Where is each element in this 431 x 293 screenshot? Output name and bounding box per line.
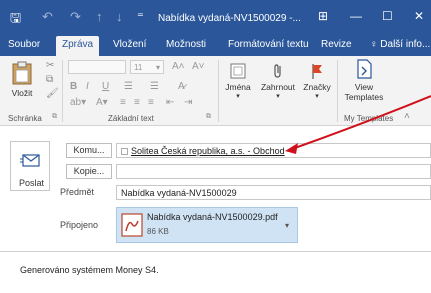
include-button[interactable]: Zahrnout ▾	[256, 62, 300, 100]
align-right-icon[interactable]: ≡	[148, 97, 154, 108]
tab-zprava[interactable]: Zpráva	[56, 36, 100, 56]
tab-dalsi-info-label: Další info...	[380, 39, 431, 50]
chevron-down-icon: ▾	[276, 93, 280, 100]
redo-icon[interactable]: ↷	[70, 9, 81, 25]
maximize-icon[interactable]: ☐	[382, 9, 393, 23]
view-templates-label-line1: View	[354, 82, 374, 92]
pdf-icon	[121, 213, 143, 237]
paste-label: Vložit	[11, 88, 33, 98]
tab-soubor[interactable]: Soubor	[8, 39, 40, 50]
collapse-ribbon-icon[interactable]: ˄	[404, 111, 410, 122]
down-icon[interactable]: ↓	[116, 9, 123, 24]
ribbon-tabs: Soubor Zpráva Vložení Možnosti Formátová…	[0, 34, 431, 56]
underline-button[interactable]: U	[102, 81, 109, 92]
font-name-box[interactable]	[68, 60, 126, 74]
to-button[interactable]: Komu...	[66, 143, 112, 158]
tags-label: Značky	[303, 82, 331, 92]
increase-indent-icon[interactable]: ⇥	[184, 97, 192, 108]
clipboard-launcher-icon[interactable]: ⧉	[52, 113, 57, 121]
numbering-icon[interactable]: ☰	[150, 81, 159, 92]
address-book-icon	[230, 63, 246, 79]
font-color-icon[interactable]: A▾	[96, 97, 108, 108]
basic-text-launcher-icon[interactable]: ⧉	[206, 113, 211, 121]
send-envelope-icon	[20, 154, 40, 167]
font-size-box[interactable]: 11 ▾	[130, 60, 164, 74]
names-button[interactable]: Jména ▾	[222, 62, 254, 100]
send-button[interactable]: Poslat	[10, 141, 50, 191]
cc-field[interactable]	[116, 164, 431, 179]
ribbon-display-icon[interactable]: ⊞	[318, 9, 328, 23]
minimize-icon[interactable]: —	[350, 9, 362, 23]
clipboard-group-label: Schránka	[8, 114, 42, 123]
my-templates-group-label: My Templates	[344, 114, 394, 123]
outlook-compose-window: 🖫 ↶ ↷ ↑ ↓ ⁼ Nabídka vydaná-NV1500029 -..…	[0, 0, 431, 293]
subject-field[interactable]: Nabídka vydaná-NV1500029	[116, 185, 431, 200]
names-label: Jména	[225, 82, 251, 92]
clipboard-icon	[12, 61, 32, 85]
view-templates-button[interactable]: View Templates	[342, 58, 386, 102]
align-left-icon[interactable]: ≡	[120, 97, 126, 108]
copy-icon[interactable]: ⧉	[46, 74, 53, 85]
message-body[interactable]: Generováno systémem Money S4.	[20, 265, 159, 275]
clear-formatting-icon[interactable]: A̷	[178, 81, 185, 92]
to-recipient[interactable]: Solitea Česká republika, a.s. - Obchod	[131, 146, 285, 156]
align-center-icon[interactable]: ≡	[134, 97, 140, 108]
tags-button[interactable]: Značky ▾	[300, 62, 334, 100]
attachment-name: Nabídka vydaná-NV1500029.pdf	[147, 212, 278, 222]
chevron-down-icon[interactable]: ▾	[285, 221, 289, 230]
cut-icon[interactable]: ✂	[46, 60, 54, 71]
tab-dalsi-info[interactable]: ♀ Další info...	[370, 39, 430, 50]
chevron-down-icon: ▾	[155, 63, 160, 72]
highlight-icon[interactable]: ab▾	[70, 97, 86, 108]
view-templates-label-line2: Templates	[344, 92, 384, 102]
save-icon[interactable]: 🖫	[10, 9, 21, 31]
italic-button[interactable]: I	[86, 81, 89, 92]
ribbon: Vložit ✂ ⧉ 🖌 Schránka ⧉ 11 ▾ A˄ A˅ B I U…	[0, 56, 431, 126]
bullets-icon[interactable]: ☰	[124, 81, 133, 92]
window-title: Nabídka vydaná-NV1500029 -...	[158, 13, 301, 24]
contact-checkbox-icon	[121, 148, 128, 155]
include-label: Zahrnout	[260, 82, 296, 92]
chevron-down-icon: ▾	[236, 93, 240, 100]
format-painter-icon[interactable]: 🖌	[46, 88, 59, 99]
undo-icon[interactable]: ↶	[42, 9, 53, 25]
flag-icon	[312, 64, 322, 79]
tab-vlozeni[interactable]: Vložení	[113, 39, 146, 50]
tab-revize[interactable]: Revize	[321, 39, 352, 50]
more-icon[interactable]: ⁼	[137, 9, 144, 25]
up-icon[interactable]: ↑	[96, 9, 103, 24]
attached-label: Připojeno	[60, 220, 99, 230]
attachment-size: 86 KB	[147, 227, 169, 236]
separator	[337, 60, 338, 122]
template-icon	[357, 59, 372, 79]
decrease-indent-icon[interactable]: ⇤	[166, 97, 174, 108]
grow-font-icon[interactable]: A˄	[172, 61, 185, 72]
subject-label: Předmět	[60, 187, 95, 197]
send-label: Poslat	[19, 178, 45, 188]
separator	[62, 60, 63, 122]
basic-text-group-label: Základní text	[108, 114, 154, 123]
attachment-item[interactable]: Nabídka vydaná-NV1500029.pdf 86 KB ▾	[116, 207, 298, 243]
tab-moznosti[interactable]: Možnosti	[166, 39, 206, 50]
cc-button[interactable]: Kopie...	[66, 164, 112, 179]
paperclip-icon	[274, 64, 281, 78]
font-size-value: 11	[134, 63, 143, 72]
bold-button[interactable]: B	[70, 81, 77, 92]
body-divider	[0, 251, 431, 252]
to-field[interactable]: Solitea Česká republika, a.s. - Obchod	[116, 143, 431, 158]
shrink-font-icon[interactable]: A˅	[192, 61, 205, 72]
lightbulb-icon: ♀	[370, 39, 378, 50]
chevron-down-icon: ▾	[315, 93, 319, 100]
close-icon[interactable]: ✕	[414, 9, 424, 23]
tab-formatovani-textu[interactable]: Formátování textu	[228, 39, 309, 50]
separator	[218, 60, 219, 122]
title-bar: 🖫 ↶ ↷ ↑ ↓ ⁼ Nabídka vydaná-NV1500029 -..…	[0, 0, 431, 34]
paste-button[interactable]: Vložit	[8, 60, 36, 98]
